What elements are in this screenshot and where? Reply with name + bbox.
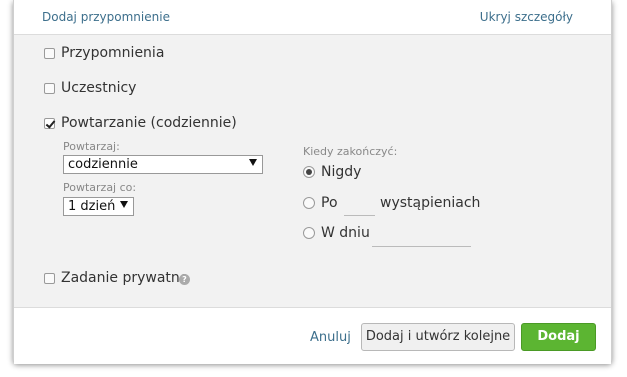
repeat-frequency-select[interactable]: codziennie <box>63 155 263 174</box>
occurrences-suffix-label: wystąpieniach <box>380 195 481 211</box>
end-on-date-radio[interactable] <box>303 227 315 239</box>
reminders-checkbox[interactable] <box>44 48 55 59</box>
participants-label[interactable]: Uczestnicy <box>61 80 136 96</box>
end-after-radio[interactable] <box>303 197 315 209</box>
cancel-link[interactable]: Anuluj <box>310 330 351 345</box>
repeat-checkbox[interactable] <box>44 118 55 129</box>
repeat-frequency-label: Powtarzaj: <box>63 140 120 153</box>
triangle-down-icon <box>120 201 128 208</box>
occurrences-input[interactable] <box>344 197 375 216</box>
task-details-dialog: Dodaj przypomnienie Ukryj szczegóły Przy… <box>13 0 612 364</box>
private-task-label[interactable]: Zadanie prywatne <box>61 270 188 286</box>
repeat-every-value: 1 dzień <box>68 199 116 214</box>
end-never-radio[interactable] <box>303 166 315 178</box>
details-header: Dodaj przypomnienie Ukryj szczegóły <box>14 0 611 35</box>
reminders-label[interactable]: Przypomnienia <box>61 45 164 61</box>
repeat-frequency-value: codziennie <box>68 157 138 172</box>
participants-checkbox[interactable] <box>44 83 55 94</box>
triangle-down-icon <box>249 159 257 166</box>
question-circle-icon[interactable]: ? <box>179 274 190 285</box>
dialog-footer: Anuluj Dodaj i utwórz kolejne Dodaj <box>14 307 611 364</box>
add-reminder-link[interactable]: Dodaj przypomnienie <box>42 10 170 24</box>
hide-details-link[interactable]: Ukryj szczegóły <box>480 10 573 24</box>
end-never-label[interactable]: Nigdy <box>321 164 361 180</box>
end-after-label[interactable]: Po <box>321 195 338 211</box>
private-task-checkbox[interactable] <box>44 273 55 284</box>
repeat-every-label: Powtarzaj co: <box>63 181 137 194</box>
add-button[interactable]: Dodaj <box>521 323 596 351</box>
repeat-label[interactable]: Powtarzanie (codziennie) <box>61 115 237 131</box>
add-and-create-next-button[interactable]: Dodaj i utwórz kolejne <box>361 323 515 351</box>
end-on-date-label[interactable]: W dniu <box>321 225 370 241</box>
end-condition-label: Kiedy zakończyć: <box>303 145 398 158</box>
repeat-every-select[interactable]: 1 dzień <box>63 197 134 216</box>
end-date-input[interactable] <box>372 228 471 247</box>
